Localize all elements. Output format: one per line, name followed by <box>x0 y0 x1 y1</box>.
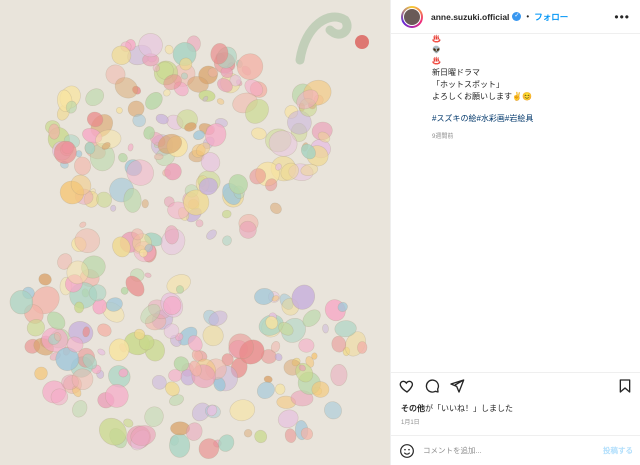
follow-button[interactable]: フォロー <box>534 11 568 23</box>
likes-summary: その他が「いいね！」しました <box>401 403 513 414</box>
hashtags-link[interactable]: #スズキの絵#水彩画#岩絵具 <box>432 113 631 125</box>
more-options-icon[interactable]: ••• <box>614 10 630 24</box>
comment-bar: 投稿する <box>391 435 640 465</box>
share-icon[interactable] <box>449 378 465 394</box>
post-date: 1月1日 <box>401 420 420 426</box>
elephant-trunk <box>295 12 352 65</box>
watercolor-elephant-painting <box>9 12 369 459</box>
action-bar <box>391 372 640 398</box>
verified-badge-icon: ✓ <box>512 12 522 21</box>
separator-dot: • <box>526 12 530 21</box>
caption-line: 新日曜ドラマ <box>432 68 480 77</box>
watercolor-blobs <box>9 33 368 459</box>
emoji-icon[interactable] <box>399 443 415 459</box>
post-header: anne.suzuki.official ✓ • フォロー ••• <box>391 0 640 34</box>
comment-icon[interactable] <box>424 378 440 394</box>
post-comment-button[interactable]: 投稿する <box>603 445 633 456</box>
time-ago: 9週間前 <box>432 134 454 140</box>
heart-icon[interactable] <box>399 378 415 394</box>
caption-line: よろしくお願いします✌😊 <box>432 92 532 101</box>
caption-line: 「ホットスポット」 <box>432 80 504 89</box>
emoji-line: 👽 <box>432 47 441 54</box>
post-sidebar: anne.suzuki.official ✓ • フォロー ••• ♨️ 👽 ♨… <box>390 0 640 465</box>
comment-input[interactable] <box>423 446 603 455</box>
flower-mark <box>355 35 369 49</box>
likes-text: が「いいね！」しました <box>425 404 513 413</box>
emoji-line: ♨️ <box>432 36 441 43</box>
likes-others-link[interactable]: その他 <box>401 404 425 413</box>
post-image[interactable] <box>0 0 390 465</box>
instagram-post: anne.suzuki.official ✓ • フォロー ••• ♨️ 👽 ♨… <box>0 0 640 465</box>
avatar[interactable] <box>401 5 423 28</box>
bookmark-icon[interactable] <box>617 378 633 394</box>
username[interactable]: anne.suzuki.official <box>431 12 509 22</box>
emoji-line: ♨️ <box>432 58 441 65</box>
caption: ♨️ 👽 ♨️ 新日曜ドラマ 「ホットスポット」 よろしくお願いします✌😊 #ス… <box>391 34 640 372</box>
